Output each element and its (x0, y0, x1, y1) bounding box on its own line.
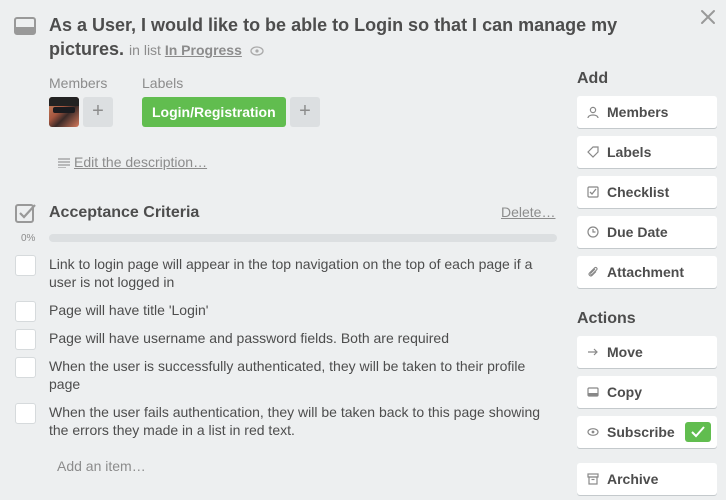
in-list-info: in list In Progress (129, 42, 264, 58)
checklist-progress-bar (49, 234, 557, 242)
move-button[interactable]: Move (577, 336, 717, 368)
checklist-item-text[interactable]: Link to login page will appear in the to… (49, 255, 555, 291)
checkbox-icon (587, 186, 599, 198)
close-icon[interactable] (699, 8, 717, 26)
add-members-button[interactable]: Members (577, 96, 717, 128)
copy-button[interactable]: Copy (577, 376, 717, 408)
checklist-percent: 0% (21, 233, 36, 244)
label-chip[interactable]: Login/Registration (142, 97, 286, 127)
members-heading: Members (49, 75, 108, 91)
eye-icon (587, 428, 599, 436)
labels-heading: Labels (142, 75, 184, 91)
description-icon (58, 158, 70, 169)
checklist-checkbox[interactable] (15, 403, 36, 424)
check-icon (691, 426, 705, 438)
add-heading: Add (577, 70, 609, 87)
tag-icon (587, 146, 599, 158)
edit-description-link[interactable]: Edit the description… (58, 154, 207, 170)
checklist-item-text[interactable]: Page will have username and password fie… (49, 329, 555, 347)
delete-checklist-link[interactable]: Delete… (501, 204, 555, 220)
checklist-item-text[interactable]: When the user is successfully authentica… (49, 357, 555, 393)
checklist-item-text[interactable]: When the user fails authentication, they… (49, 403, 555, 439)
checklist-checkbox[interactable] (15, 357, 36, 378)
subscribed-check-badge (685, 422, 711, 442)
checklist-title[interactable]: Acceptance Criteria (49, 204, 199, 222)
paperclip-icon (588, 266, 598, 277)
add-checklist-button[interactable]: Checklist (577, 176, 717, 208)
clock-icon (587, 226, 599, 238)
add-item-link[interactable]: Add an item… (57, 458, 146, 474)
checklist-checkbox[interactable] (15, 255, 36, 276)
person-icon (587, 106, 599, 118)
checklist-checkbox[interactable] (15, 301, 36, 322)
add-due-date-button[interactable]: Due Date (577, 216, 717, 248)
card-icon (587, 387, 599, 397)
card-icon (14, 17, 36, 35)
add-attachment-button[interactable]: Attachment (577, 256, 717, 288)
archive-icon (587, 473, 599, 485)
card-title[interactable]: As a User, I would like to be able to Lo… (49, 13, 649, 62)
eye-icon (250, 46, 264, 56)
checklist-item-text[interactable]: Page will have title 'Login' (49, 301, 555, 319)
avatar[interactable] (49, 97, 79, 127)
actions-heading: Actions (577, 310, 636, 327)
subscribe-button[interactable]: Subscribe (577, 416, 717, 448)
add-member-button[interactable]: + (83, 97, 113, 127)
checklist-checkbox[interactable] (15, 329, 36, 350)
arrow-right-icon (588, 348, 598, 356)
checklist-icon (15, 204, 36, 223)
add-labels-button[interactable]: Labels (577, 136, 717, 168)
archive-button[interactable]: Archive (577, 463, 717, 495)
list-link[interactable]: In Progress (165, 42, 242, 58)
add-label-button[interactable]: + (290, 97, 320, 127)
